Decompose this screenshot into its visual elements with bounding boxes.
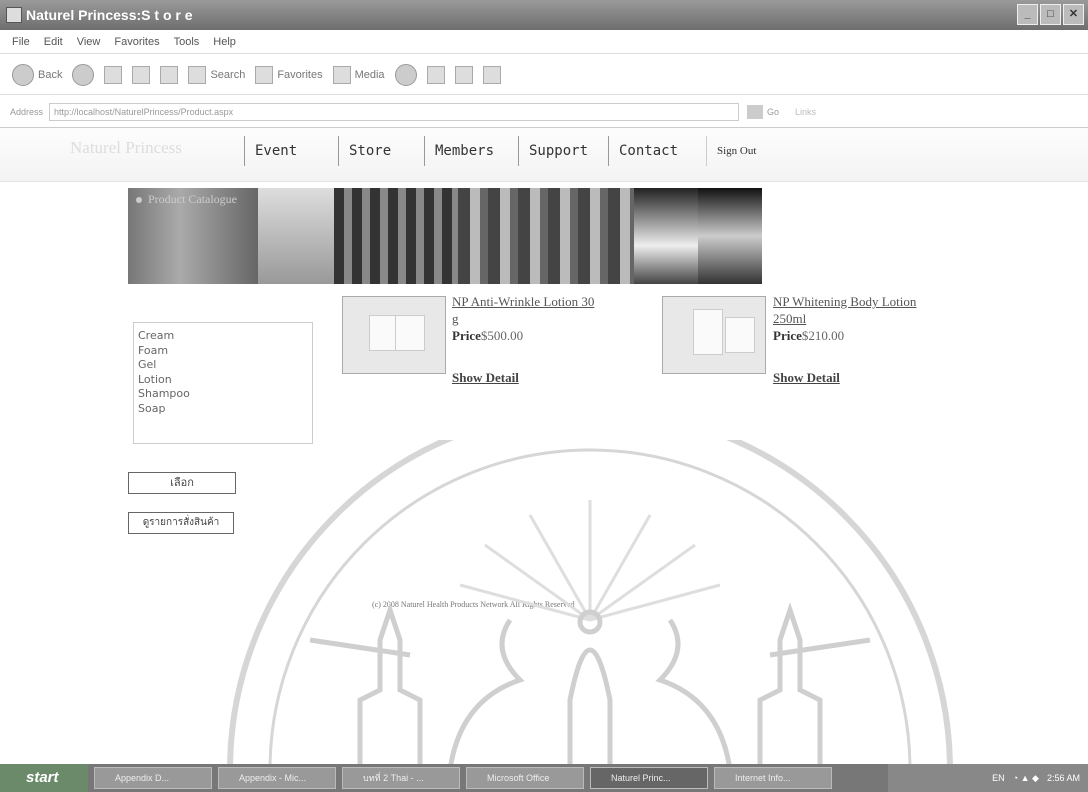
links-label[interactable]: Links [795, 107, 816, 117]
clock: 2:56 AM [1046, 773, 1080, 783]
product-name-link[interactable]: NP Whitening Body Lotion [773, 293, 916, 310]
minimize-button[interactable]: _ [1017, 4, 1038, 25]
banner-photo-portrait [634, 188, 698, 284]
nav-tab-event[interactable]: Event [244, 136, 338, 166]
taskbar-item[interactable]: Appendix D... [94, 767, 212, 789]
category-option[interactable]: Gel [138, 358, 312, 373]
mail-icon[interactable] [426, 65, 445, 84]
back-label: Back [38, 68, 63, 81]
ie-icon [6, 7, 22, 23]
show-detail-link[interactable]: Show Detail [452, 370, 519, 386]
address-label: Address [10, 106, 44, 117]
menu-edit[interactable]: Edit [44, 36, 63, 48]
window-controls: _ □ ✕ [1017, 4, 1084, 25]
banner-caption: Product Catalogue [148, 192, 237, 206]
banner-photo-store [458, 188, 634, 284]
price-label: Price [452, 328, 481, 343]
category-option[interactable]: Foam [138, 344, 312, 359]
back-button[interactable]: Back [12, 63, 63, 86]
product-pack-right [395, 315, 425, 351]
language-indicator[interactable]: EN [992, 773, 1005, 783]
taskbar-item[interactable]: Microsoft Office [466, 767, 584, 789]
category-option[interactable]: Cream [138, 329, 312, 344]
banner-photo-display [334, 188, 458, 284]
home-icon[interactable] [160, 65, 179, 84]
product-name-cont: g [452, 311, 459, 326]
price-value: $500.00 [480, 328, 524, 343]
view-order-button[interactable]: ดูรายการสั่งสินค้า [128, 512, 234, 534]
menu-help[interactable]: Help [213, 36, 236, 48]
menu-favorites[interactable]: Favorites [114, 36, 159, 48]
search-icon [188, 65, 207, 84]
go-arrow-icon [747, 104, 764, 119]
product-price: Price$500.00 [452, 328, 523, 344]
taskbar-item[interactable]: บทที่ 2 Thai - ... [342, 767, 460, 789]
product-pack-right [725, 317, 755, 353]
taskbar-item-active[interactable]: Naturel Princ... [590, 767, 708, 789]
product-image[interactable] [342, 296, 446, 374]
product-pack-left [693, 309, 723, 355]
banner-photo-counter [258, 188, 334, 284]
search-label: Search [210, 68, 246, 81]
banner-photo-products [698, 188, 762, 284]
media-icon [332, 65, 351, 84]
taskbar-item[interactable]: Appendix - Mic... [218, 767, 336, 789]
category-option[interactable]: Shampoo [138, 387, 312, 402]
price-label: Price [773, 328, 802, 343]
category-listbox[interactable]: Cream Foam Gel Lotion Shampoo Soap [133, 322, 313, 444]
go-label: Go [767, 106, 780, 117]
print-icon[interactable] [454, 65, 473, 84]
forward-button[interactable] [72, 63, 95, 86]
edit-icon[interactable] [482, 65, 501, 84]
menu-bar: File Edit View Favorites Tools Help [0, 30, 1088, 54]
star-icon [255, 65, 274, 84]
site-brand[interactable]: Naturel Princess [70, 138, 182, 158]
system-tray: EN ◔ ▲ ◆ 2:56 AM [888, 764, 1088, 792]
back-arrow-icon [12, 63, 34, 86]
stop-icon[interactable] [104, 65, 123, 84]
category-option[interactable]: Lotion [138, 373, 312, 388]
window-title: Naturel Princess:S t o r e [26, 7, 193, 23]
address-input[interactable]: http://localhost/NaturelPrincess/Product… [49, 102, 740, 121]
maximize-button[interactable]: □ [1040, 4, 1061, 25]
product-image[interactable] [662, 296, 766, 374]
windows-taskbar: start Appendix D... Appendix - Mic... บท… [0, 764, 1088, 792]
tray-icons: ◔ ▲ ◆ [1012, 772, 1039, 783]
nav-tab-members[interactable]: Members [424, 136, 518, 166]
menu-view[interactable]: View [77, 36, 101, 48]
nav-tab-store[interactable]: Store [338, 136, 424, 166]
address-bar: Address http://localhost/NaturelPrincess… [0, 96, 1088, 128]
browser-toolbar: Back Search Favorites Media [0, 55, 1088, 95]
refresh-icon[interactable] [132, 65, 151, 84]
product-price: Price$210.00 [773, 328, 844, 344]
start-button[interactable]: start [0, 764, 88, 792]
product-name-link[interactable]: NP Anti-Wrinkle Lotion 30 [452, 293, 594, 310]
nav-tab-contact[interactable]: Contact [608, 136, 706, 166]
history-icon[interactable] [394, 63, 417, 86]
close-button[interactable]: ✕ [1063, 4, 1084, 25]
category-option[interactable]: Soap [138, 402, 312, 417]
favorites-label: Favorites [277, 68, 323, 81]
product-name-cont[interactable]: 250ml [773, 310, 806, 327]
university-seal-watermark [227, 440, 953, 770]
nav-tab-support[interactable]: Support [518, 136, 608, 166]
go-button[interactable]: Go [747, 104, 780, 119]
search-button[interactable]: Search [188, 65, 246, 84]
menu-file[interactable]: File [12, 36, 30, 48]
site-navigation: Naturel Princess Event Store Members Sup… [0, 128, 1088, 182]
taskbar-item[interactable]: Internet Info... [714, 767, 832, 789]
select-button[interactable]: เลือก [128, 472, 236, 494]
price-value: $210.00 [801, 328, 845, 343]
media-label: Media [354, 68, 385, 81]
media-button[interactable]: Media [332, 65, 385, 84]
window-titlebar: Naturel Princess:S t o r e _ □ ✕ [0, 0, 1088, 30]
favorites-button[interactable]: Favorites [255, 65, 323, 84]
sign-out-link[interactable]: Sign Out [706, 136, 756, 166]
bullet-icon [136, 197, 142, 203]
copyright-text: (c) 2008 Naturel Health Products Network… [372, 600, 575, 609]
menu-tools[interactable]: Tools [174, 36, 200, 48]
store-banner: Product Catalogue [128, 188, 762, 284]
show-detail-link[interactable]: Show Detail [773, 370, 840, 386]
